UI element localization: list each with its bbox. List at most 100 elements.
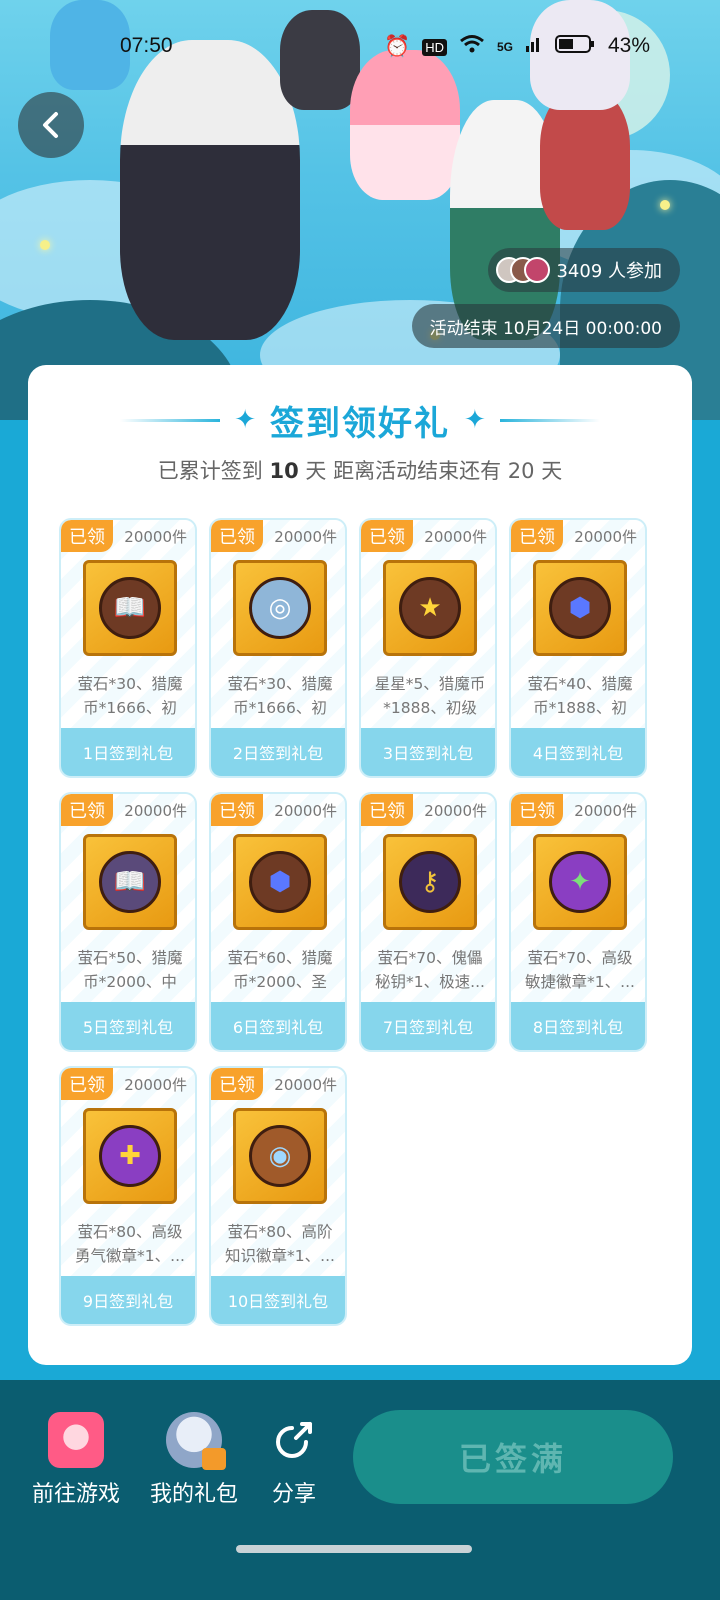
share-label: 分享 — [271, 1482, 316, 1507]
emblem-icon: ✦ — [533, 834, 627, 930]
signal-icon — [525, 35, 543, 59]
bottom-action-bar: 前往游戏 我的礼包 分享 已签满 — [0, 1380, 720, 1600]
reward-description: 萤石*60、猎魔币*2000、圣光.. — [227, 949, 333, 991]
book-icon: 📖 — [83, 560, 177, 656]
stock-count: 20000件 — [274, 528, 337, 546]
reward-label: 5日签到礼包 — [61, 1002, 195, 1050]
status-icons: ⏰ HD 5G — [384, 34, 595, 60]
sparkle-decoration — [40, 240, 50, 250]
reward-tile[interactable]: 已领 20000件 ⚷ 萤石*70、傀儡秘钥*1、极速... 7日签到礼包 — [359, 792, 497, 1052]
reward-description: 萤石*80、高级勇气徽章*1、... — [75, 1223, 185, 1265]
stock-count: 20000件 — [124, 802, 187, 820]
network-label: 5G — [496, 40, 513, 54]
gems-icon: ⬢ — [233, 834, 327, 930]
claimed-badge: 已领 — [361, 794, 413, 826]
reward-label: 6日签到礼包 — [211, 1002, 345, 1050]
book-icon: 📖 — [83, 834, 177, 930]
share-icon — [266, 1412, 322, 1468]
checkin-summary: 已累计签到 10 天 距离活动结束还有 20 天 — [28, 455, 692, 485]
claimed-badge: 已领 — [61, 794, 113, 826]
claimed-badge: 已领 — [211, 1068, 263, 1100]
stock-count: 20000件 — [274, 802, 337, 820]
character-illustration — [350, 50, 460, 200]
wifi-icon — [459, 34, 485, 60]
reward-tile[interactable]: 已领 20000件 ◎ 萤石*30、猎魔币*1666、初级.. 2日签到礼包 — [209, 518, 347, 778]
sparkle-icon: ✦ — [464, 405, 486, 435]
page-title: 签到领好礼 — [270, 403, 450, 444]
share-button[interactable]: 分享 — [266, 1412, 322, 1508]
stock-count: 20000件 — [274, 1076, 337, 1094]
avatar — [524, 257, 551, 283]
reward-grid: 已领 20000件 📖 萤石*30、猎魔币*1666、初级.. 1日签到礼包 已… — [59, 518, 659, 1326]
reward-tile[interactable]: 已领 20000件 ★ 星星*5、猎魔币*1888、初级知.. 3日签到礼包 — [359, 518, 497, 778]
alarm-icon: ⏰ — [384, 35, 411, 58]
reward-tile[interactable]: 已领 20000件 ✚ 萤石*80、高级勇气徽章*1、... 9日签到礼包 — [59, 1066, 197, 1326]
remaining-days-count: 20 — [507, 459, 535, 483]
reward-tile[interactable]: 已领 20000件 📖 萤石*30、猎魔币*1666、初级.. 1日签到礼包 — [59, 518, 197, 778]
reward-tile[interactable]: 已领 20000件 ⬢ 萤石*60、猎魔币*2000、圣光.. 6日签到礼包 — [209, 792, 347, 1052]
gift-icon — [166, 1412, 226, 1470]
my-gifts-label: 我的礼包 — [150, 1482, 239, 1507]
reward-label: 4日签到礼包 — [511, 728, 645, 776]
hd-icon: HD — [422, 38, 447, 56]
stock-count: 20000件 — [424, 802, 487, 820]
reward-description: 萤石*70、傀儡秘钥*1、极速... — [375, 949, 485, 991]
battery-percent: 43% — [607, 34, 650, 57]
game-avatar-icon — [48, 1412, 104, 1468]
battery-icon — [555, 34, 595, 60]
title-divider — [499, 418, 600, 422]
reward-tile[interactable]: 已领 20000件 ⬢ 萤石*40、猎魔币*1888、初阶.. 4日签到礼包 — [509, 518, 647, 778]
summary-text: 天 — [541, 459, 563, 483]
hero-character-illustration — [120, 40, 300, 340]
reward-tile[interactable]: 已领 20000件 ✦ 萤石*70、高级敏捷徽章*1、... 8日签到礼包 — [509, 792, 647, 1052]
claimed-badge: 已领 — [61, 1068, 113, 1100]
stars-icon: ★ — [383, 560, 477, 656]
claimed-badge: 已领 — [211, 794, 263, 826]
claimed-badge: 已领 — [61, 520, 113, 552]
reward-description: 星星*5、猎魔币*1888、初级知.. — [374, 675, 486, 717]
go-to-game-button[interactable]: 前往游戏 — [32, 1412, 120, 1508]
reward-label: 10日签到礼包 — [211, 1276, 345, 1324]
reward-label: 3日签到礼包 — [361, 728, 495, 776]
bowl-icon: ◉ — [233, 1108, 327, 1204]
summary-text: 已累计签到 — [157, 459, 263, 483]
stock-count: 20000件 — [574, 802, 637, 820]
gift-box-icon — [202, 1448, 226, 1470]
reward-label: 7日签到礼包 — [361, 1002, 495, 1050]
character-illustration — [540, 90, 630, 230]
status-bar: 07:50 ⏰ HD 5G 43% — [0, 30, 720, 66]
stock-count: 20000件 — [124, 1076, 187, 1094]
reward-description: 萤石*30、猎魔币*1666、初级.. — [227, 675, 333, 717]
reward-label: 1日签到礼包 — [61, 728, 195, 776]
back-button[interactable] — [18, 92, 84, 158]
stock-count: 20000件 — [424, 528, 487, 546]
claimed-badge: 已领 — [511, 794, 563, 826]
checkin-card: ✦ 签到领好礼 ✦ 已累计签到 10 天 距离活动结束还有 20 天 已领 20… — [28, 365, 692, 1365]
reward-label: 2日签到礼包 — [211, 728, 345, 776]
reward-tile[interactable]: 已领 20000件 ◉ 萤石*80、高阶知识徽章*1、... 10日签到礼包 — [209, 1066, 347, 1326]
checkin-complete-button[interactable]: 已签满 — [353, 1410, 673, 1504]
participants-badge: 3409 人参加 — [488, 248, 680, 292]
card-title-row: ✦ 签到领好礼 ✦ — [28, 395, 692, 445]
home-indicator[interactable] — [236, 1545, 472, 1553]
reward-label: 8日签到礼包 — [511, 1002, 645, 1050]
status-time: 07:50 — [120, 34, 173, 57]
coins-icon: ◎ — [233, 560, 327, 656]
participant-avatars — [496, 257, 551, 283]
sparkle-decoration — [660, 200, 670, 210]
claimed-badge: 已领 — [361, 520, 413, 552]
my-gifts-button[interactable]: 我的礼包 — [150, 1412, 238, 1508]
reward-description: 萤石*80、高阶知识徽章*1、... — [225, 1223, 335, 1265]
participants-count: 3409 人参加 — [556, 261, 662, 282]
event-end-time: 活动结束 10月24日 00:00:00 — [411, 304, 680, 348]
emblem-icon: ✚ — [83, 1108, 177, 1204]
chevron-left-icon — [43, 112, 58, 138]
key-icon: ⚷ — [383, 834, 477, 930]
reward-tile[interactable]: 已领 20000件 📖 萤石*50、猎魔币*2000、中级.. 5日签到礼包 — [59, 792, 197, 1052]
reward-description: 萤石*50、猎魔币*2000、中级.. — [77, 949, 183, 991]
reward-label: 9日签到礼包 — [61, 1276, 195, 1324]
reward-description: 萤石*30、猎魔币*1666、初级.. — [77, 675, 183, 717]
reward-description: 萤石*40、猎魔币*1888、初阶.. — [527, 675, 633, 717]
stock-count: 20000件 — [124, 528, 187, 546]
sparkle-icon: ✦ — [234, 405, 256, 435]
